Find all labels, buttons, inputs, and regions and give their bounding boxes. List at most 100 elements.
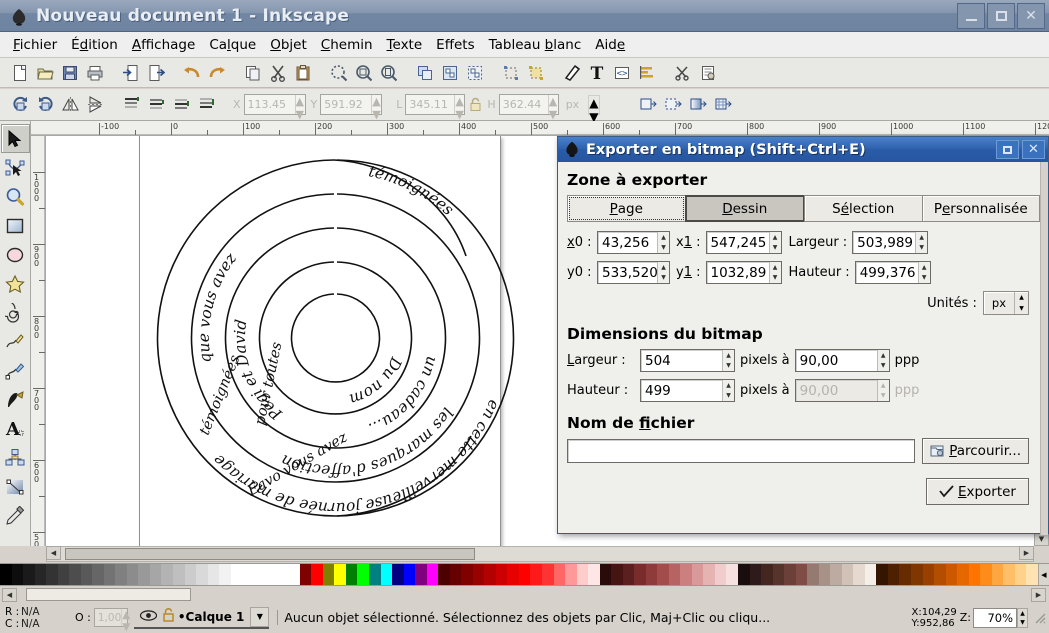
palette-swatch[interactable] xyxy=(761,564,773,585)
duplicate-icon[interactable] xyxy=(413,61,437,85)
lower-to-bottom-icon[interactable] xyxy=(194,93,218,117)
window-minimize-button[interactable] xyxy=(957,2,985,29)
flip-horizontal-icon[interactable] xyxy=(58,93,82,117)
selector-tool[interactable] xyxy=(0,124,30,153)
palette-swatch[interactable] xyxy=(853,564,865,585)
area-height-field[interactable]: 499,376 ▲ ▼ xyxy=(854,261,931,284)
rotate-cw-icon[interactable] xyxy=(33,93,57,117)
palette-swatch[interactable] xyxy=(207,564,220,585)
palette-swatch[interactable] xyxy=(899,564,911,585)
raise-to-top-icon[interactable] xyxy=(119,93,143,117)
x1-field[interactable]: 547,245 ▲ ▼ xyxy=(705,231,782,254)
palette-swatch[interactable] xyxy=(138,564,150,585)
palette-swatch[interactable] xyxy=(887,564,900,585)
redo-icon[interactable] xyxy=(205,61,229,85)
palette-left-arrow[interactable]: ◀ xyxy=(1037,564,1049,585)
y0-field[interactable]: 533,520 ▲ ▼ xyxy=(597,261,670,284)
palette-swatch[interactable] xyxy=(415,564,427,585)
scroll-left-arrow[interactable]: ◀ xyxy=(46,546,61,560)
palette-swatch[interactable] xyxy=(126,564,139,585)
import-icon[interactable] xyxy=(119,61,143,85)
palette-swatch[interactable] xyxy=(934,564,946,585)
bitmap-height-field[interactable]: 499 ▲ ▼ xyxy=(640,379,735,402)
document-properties-icon[interactable] xyxy=(696,61,720,85)
selector-height-spinner[interactable]: ▲ ▼ xyxy=(547,95,558,121)
palette-swatch[interactable] xyxy=(92,564,104,585)
text-tool[interactable]: A xyxy=(1,414,30,443)
gradient-tool[interactable] xyxy=(1,472,30,501)
dropper-tool[interactable] xyxy=(1,501,30,530)
palette-swatch[interactable] xyxy=(380,564,393,585)
layer-selector[interactable]: •Calque 1 ▼ xyxy=(133,606,270,629)
canvas-horizontal-scrollbar[interactable]: ◀ ▶ xyxy=(46,546,1034,562)
palette-swatch[interactable] xyxy=(265,564,277,585)
palette-swatch[interactable] xyxy=(1026,564,1038,585)
undo-icon[interactable] xyxy=(180,61,204,85)
menu-tableau-blanc[interactable]: Tableau blanc xyxy=(482,34,589,56)
palette-swatch[interactable] xyxy=(196,564,208,585)
menu-affichage[interactable]: Affichage xyxy=(125,34,202,56)
palette-scroll-thumb[interactable] xyxy=(26,588,191,601)
preferences-icon[interactable] xyxy=(671,61,695,85)
palette-swatch[interactable] xyxy=(484,564,496,585)
palette-swatch[interactable] xyxy=(57,564,70,585)
zoom-field[interactable]: 70% xyxy=(973,607,1017,628)
palette-swatch[interactable] xyxy=(991,564,1004,585)
palette-swatch[interactable] xyxy=(369,564,381,585)
bitmap-height-spinner[interactable]: ▲ ▼ xyxy=(722,380,734,401)
palette-swatch[interactable] xyxy=(588,564,600,585)
palette-swatch[interactable] xyxy=(795,564,808,585)
print-icon[interactable] xyxy=(83,61,107,85)
palette-swatch[interactable] xyxy=(634,564,646,585)
palette-swatch[interactable] xyxy=(69,564,81,585)
layer-dropdown-arrow[interactable]: ▼ xyxy=(250,606,270,627)
palette-swatch[interactable] xyxy=(34,564,47,585)
palette-swatch[interactable] xyxy=(426,564,439,585)
lower-icon[interactable] xyxy=(169,93,193,117)
palette-swatch[interactable] xyxy=(392,564,404,585)
rotate-ccw-icon[interactable] xyxy=(8,93,32,117)
palette-swatch[interactable] xyxy=(910,564,923,585)
transform-corners-icon[interactable] xyxy=(661,93,685,117)
palette-swatch[interactable] xyxy=(726,564,738,585)
palette-swatch[interactable] xyxy=(714,564,727,585)
export-bitmap-dialog[interactable]: Exporter en bitmap (Shift+Ctrl+E) ✕ Zone… xyxy=(557,136,1049,535)
xml-tree-icon[interactable]: <> xyxy=(610,61,634,85)
unlock-icon[interactable] xyxy=(162,608,175,625)
export-button[interactable]: Exporter xyxy=(925,478,1029,505)
palette-swatch[interactable] xyxy=(345,564,358,585)
horizontal-ruler[interactable]: -100 0 100 200 300 400 500 600 700 800 9… xyxy=(31,121,1049,136)
y1-spinner[interactable]: ▲ ▼ xyxy=(768,262,781,283)
palette-swatch[interactable] xyxy=(311,564,323,585)
bitmap-width-spinner[interactable]: ▲ ▼ xyxy=(722,350,734,371)
palette-swatch[interactable] xyxy=(357,564,369,585)
area-tab-dessin[interactable]: Dessin xyxy=(684,195,805,222)
copy-icon[interactable] xyxy=(241,61,265,85)
ungroup-icon[interactable] xyxy=(463,61,487,85)
raise-icon[interactable] xyxy=(144,93,168,117)
hscroll-thumb[interactable] xyxy=(65,548,475,560)
star-tool[interactable] xyxy=(1,269,30,298)
palette-swatch[interactable] xyxy=(242,564,254,585)
palette-swatch[interactable] xyxy=(276,564,289,585)
pen-tool[interactable] xyxy=(1,356,30,385)
palette-swatch[interactable] xyxy=(668,564,681,585)
x1-spinner[interactable]: ▲ ▼ xyxy=(768,232,781,253)
palette-swatch[interactable] xyxy=(807,564,819,585)
palette-swatch[interactable] xyxy=(691,564,704,585)
palette-swatch[interactable] xyxy=(876,564,888,585)
palette-swatch[interactable] xyxy=(922,564,935,585)
area-tab-personnalisee[interactable]: Pe rsonnalisée xyxy=(921,195,1040,222)
palette-swatch[interactable] xyxy=(403,564,416,585)
rectangle-tool[interactable] xyxy=(1,211,30,240)
color-palette[interactable]: ◀ xyxy=(0,563,1049,586)
palette-swatch[interactable] xyxy=(1003,564,1015,585)
palette-swatch[interactable] xyxy=(115,564,127,585)
export-icon[interactable] xyxy=(144,61,168,85)
opacity-spinner[interactable]: ▲ ▼ xyxy=(121,609,130,633)
selector-width-field[interactable]: 345.11 ▲ ▼ xyxy=(405,94,466,121)
selector-width-spinner[interactable]: ▲ ▼ xyxy=(454,95,464,121)
palette-swatch[interactable] xyxy=(103,564,116,585)
dialog-close-button[interactable]: ✕ xyxy=(1022,140,1045,159)
palette-swatch[interactable] xyxy=(438,564,450,585)
